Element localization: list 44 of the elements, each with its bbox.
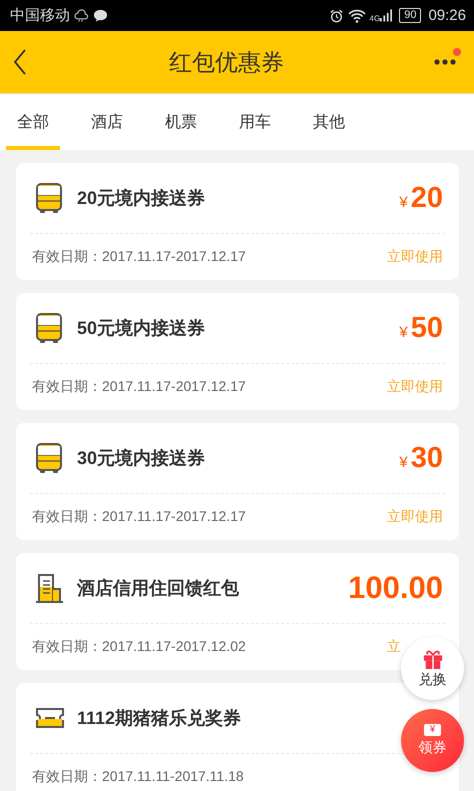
validity-text: 有效日期：2017.11.17-2017.12.17 — [32, 378, 246, 396]
clock-time: 09:26 — [428, 7, 466, 24]
coupon-amount: 50 — [410, 312, 443, 344]
coupon-title: 20元境内接送券 — [77, 187, 206, 210]
coupon-card[interactable]: 20元境内接送券 ¥20 有效日期：2017.11.17-2017.12.17 立即使用 — [16, 163, 459, 280]
more-icon — [434, 59, 456, 65]
currency-sign: ¥ — [399, 454, 408, 470]
coupon-title: 30元境内接送券 — [77, 447, 206, 470]
coupon-card[interactable]: 酒店信用住回馈红包 100.00 有效日期：2017.11.17-2017.12.02 立 — [16, 553, 459, 670]
bus-icon — [35, 182, 65, 214]
alarm-icon — [328, 8, 344, 22]
wifi-icon — [348, 8, 366, 22]
coupon-title: 1112期猪猪乐兑奖券 — [77, 707, 242, 730]
coupon-amount: 20 — [410, 182, 443, 214]
ticket-icon: ¥ — [424, 724, 442, 736]
category-tab[interactable]: 全部 — [6, 94, 60, 150]
bus-icon — [35, 312, 65, 344]
coupon-card[interactable]: 50元境内接送券 ¥50 有效日期：2017.11.17-2017.12.17 立即使用 — [16, 293, 459, 410]
category-tab[interactable]: 机票 — [154, 94, 208, 150]
carrier-name: 中国移动 — [10, 6, 70, 25]
category-tab[interactable]: 用车 — [228, 94, 282, 150]
signal-icon — [380, 9, 392, 22]
coupon-title: 50元境内接送券 — [77, 317, 206, 340]
network-label: 4G — [370, 14, 380, 23]
validity-text: 有效日期：2017.11.17-2017.12.17 — [32, 508, 246, 526]
validity-text: 有效日期：2017.11.17-2017.12.02 — [32, 638, 246, 656]
bus-icon — [35, 442, 65, 474]
validity-text: 有效日期：2017.11.17-2017.12.17 — [32, 248, 246, 266]
coupon-title: 酒店信用住回馈红包 — [77, 577, 239, 600]
category-tab[interactable]: 酒店 — [80, 94, 134, 150]
cloud-icon — [74, 8, 89, 22]
coupon-amount: 100.00 — [348, 570, 443, 606]
back-icon — [13, 49, 27, 75]
battery-level: 90 — [399, 8, 422, 23]
chat-icon — [93, 8, 108, 22]
currency-sign: ¥ — [399, 194, 408, 210]
validity-text: 有效日期：2017.11.11-2017.11.18 — [32, 768, 244, 786]
gift-icon — [422, 648, 442, 668]
currency-sign: ¥ — [399, 324, 408, 340]
page-title: 红包优惠券 — [169, 48, 284, 76]
building-icon — [35, 572, 65, 604]
coupon-amount: 30 — [410, 442, 443, 474]
coupon-card[interactable]: 30元境内接送券 ¥30 有效日期：2017.11.17-2017.12.17 立即使用 — [16, 423, 459, 540]
category-tab[interactable]: 其他 — [302, 94, 356, 150]
